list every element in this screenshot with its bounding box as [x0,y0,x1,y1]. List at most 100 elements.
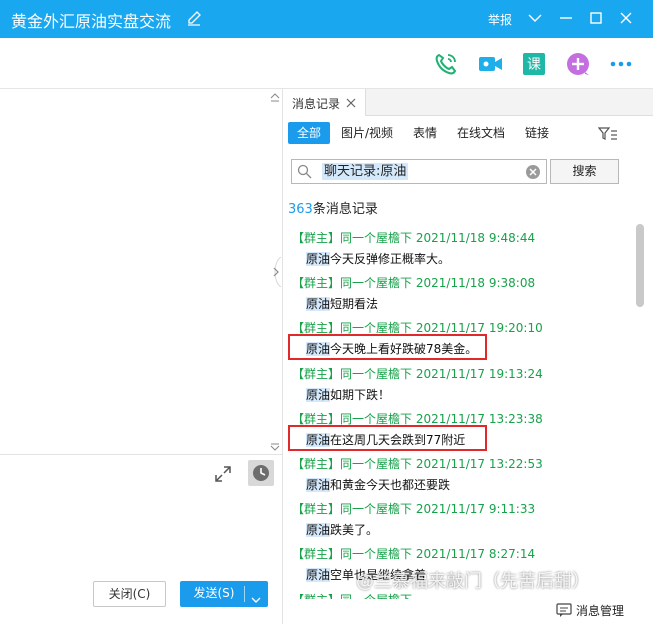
message-rest: 跌美了。 [330,523,379,537]
filter-images-videos[interactable]: 图片/视频 [341,122,393,144]
message-rest: 在这周几天会跌到77附近 [330,433,466,447]
collapse-down-icon[interactable] [270,441,280,451]
message-rest: 今天晚上看好跌破78美金。 [330,342,478,356]
result-count: 363条消息记录 [288,198,378,217]
sender-name: 同一个屋檐下 [340,457,413,471]
message-item[interactable]: 【群主】同一个屋檐下 2021/11/18 9:48:44 原油今天反弹修正概率大… [284,229,636,274]
search-value: 聊天记录:原油 [322,163,409,180]
message-rest: 短期看法 [330,297,379,311]
sender-role-tag: 【群主】 [292,231,341,245]
title-bar: 黄金外汇原油实盘交流 举报 [0,0,653,38]
panel-toggle-handle[interactable] [268,256,282,288]
message-header: 【群主】同一个屋檐下 2021/11/17 19:20:10 [292,319,543,336]
edit-icon[interactable] [186,9,202,27]
scrollbar[interactable] [636,224,646,609]
chevron-down-icon[interactable] [250,589,262,603]
search-input[interactable]: 聊天记录:原油 [291,159,547,184]
message-time: 2021/11/17 13:22:53 [415,457,543,471]
message-item[interactable]: 【群主】同一个屋檐下 2021/11/17 19:20:10 原油今天晚上看好跌破… [284,319,636,364]
filter-links[interactable]: 链接 [525,122,549,144]
expand-icon[interactable] [213,464,233,484]
keyword-highlight: 原油 [306,478,331,492]
close-button[interactable]: 关闭(C) [93,581,166,607]
video-call-icon[interactable] [477,51,503,77]
phone-call-icon[interactable] [433,51,459,77]
sender-role-tag: 【群主】 [292,502,341,516]
keyword-highlight: 原油 [306,568,331,582]
more-icon[interactable] [608,51,634,77]
minimize-icon[interactable] [557,9,575,27]
message-list: 【群主】同一个屋檐下 2021/11/18 9:48:44 原油今天反弹修正概率大… [284,229,636,599]
sender-role-tag: 【群主】 [292,412,341,426]
scrollbar-thumb[interactable] [636,224,644,307]
message-time: 2021/11/17 8:27:14 [415,547,536,561]
message-header: 【群主】同一个屋檐下 2021/11/17 8:27:14 [292,545,535,562]
history-tab-bar: 消息记录 [284,89,653,116]
chevron-down-icon[interactable] [526,9,544,27]
sender-name: 同一个屋檐下 [340,502,413,516]
maximize-icon[interactable] [587,9,605,27]
filter-online-docs[interactable]: 在线文档 [457,122,505,144]
filter-emoji[interactable]: 表情 [413,122,437,144]
message-text: 原油如期下跌！ [306,386,390,403]
message-item[interactable]: 【群主】同一个屋檐下 2021/11/17 13:22:53 原油和黄金今天也都还… [284,455,636,500]
message-header: 【群主】同一个屋檐下 2021/11/17 13:23:38 [292,410,543,427]
sender-role-tag: 【群主】 [292,547,341,561]
sender-name: 同一个屋檐下 [340,367,413,381]
close-tab-icon[interactable] [346,97,356,108]
message-time: 2021/11/17 13:23:38 [415,412,543,426]
keyword-highlight: 原油 [306,433,331,447]
message-time: 2021/11/17 19:20:10 [415,321,543,335]
close-icon[interactable] [617,9,635,27]
toolbar: 课 [0,38,653,89]
search-icon [297,164,312,179]
clear-search-icon[interactable] [525,164,541,180]
message-text: 原油和黄金今天也都还要跌 [306,476,450,493]
sender-role-tag: 【群主】 [292,367,341,381]
filter-all[interactable]: 全部 [288,122,331,144]
message-time: 2021/11/18 9:48:44 [415,231,536,245]
history-footer: 消息管理 [284,599,653,624]
input-divider [0,454,283,455]
message-item[interactable]: 【群主】同一个屋檐下 2021/11/18 9:38:08 原油短期看法 [284,274,636,319]
message-rest: 如期下跌！ [330,388,391,402]
send-divider [244,586,245,602]
keyword-highlight: 原油 [306,388,331,402]
message-manage-button[interactable]: 消息管理 [576,602,624,619]
message-time: 2021/11/17 9:11:33 [415,502,536,516]
tab-message-history[interactable]: 消息记录 [284,89,366,116]
send-button[interactable]: 发送(S) [180,581,268,607]
keyword-highlight: 原油 [306,523,331,537]
tab-label: 消息记录 [292,97,341,111]
filter-bar: 全部 图片/视频 表情 在线文档 链接 [284,119,653,147]
report-button[interactable]: 举报 [488,11,512,28]
chat-panel: 关闭(C) 发送(S) [0,89,283,624]
message-text: 原油今天晚上看好跌破78美金。 [306,340,477,357]
message-item[interactable]: 【群主】同一个屋檐下 2021/11/17 19:13:24 原油如期下跌！ [284,365,636,410]
add-app-icon[interactable] [565,51,591,77]
keyword-highlight: 原油 [306,297,331,311]
message-time: 2021/11/18 9:38:08 [415,276,536,290]
filter-settings-icon[interactable] [597,127,618,141]
message-text: 原油短期看法 [306,295,378,312]
history-clock-icon[interactable] [248,460,274,486]
message-text: 原油跌美了。 [306,521,378,538]
send-button-label: 发送(S) [193,586,235,600]
message-header: 【群主】同一个屋檐下 2021/11/18 9:38:08 [292,274,535,291]
collapse-up-icon[interactable] [270,92,280,102]
message-header: 【群主】同一个屋檐下 2021/11/17 9:11:33 [292,500,535,517]
message-text: 原油在这周几天会跌到77附近 [306,431,465,448]
message-rest: 和黄金今天也都还要跌 [330,478,451,492]
message-rest: 今天反弹修正概率大。 [330,252,451,266]
message-item[interactable]: 【群主】同一个屋檐下 2021/11/17 9:11:33 原油跌美了。 [284,500,636,545]
course-icon[interactable]: 课 [521,51,547,77]
message-history-panel: 消息记录 全部 图片/视频 表情 在线文档 链接 聊天记录:原油 搜索 363条… [284,89,653,624]
watermark: @兰慕福来敲门（先苦后甜） [356,571,590,592]
sender-role-tag: 【群主】 [292,276,341,290]
course-icon-label: 课 [527,57,541,73]
sender-name: 同一个屋檐下 [340,231,413,245]
message-item[interactable]: 【群主】同一个屋檐下 2021/11/17 13:23:38 原油在这周几天会跌到… [284,410,636,455]
message-manage-icon[interactable] [556,603,572,618]
search-button[interactable]: 搜索 [550,159,619,184]
sender-role-tag: 【群主】 [292,321,341,335]
